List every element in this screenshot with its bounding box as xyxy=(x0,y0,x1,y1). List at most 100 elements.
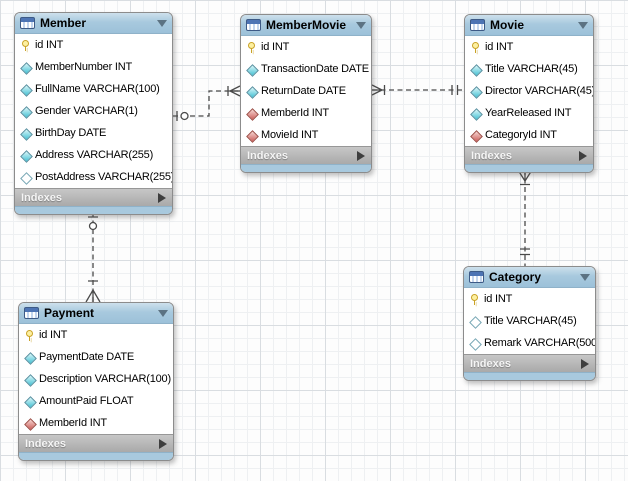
column-label: MemberNumber INT xyxy=(35,61,132,73)
table-movie-header[interactable]: Movie xyxy=(465,15,593,36)
column-nullable-icon xyxy=(20,172,31,183)
column-notnull-icon xyxy=(20,84,31,95)
table-payment-indexes[interactable]: Indexes xyxy=(19,434,173,452)
table-category-header[interactable]: Category xyxy=(464,267,595,288)
column-row[interactable]: BirthDay DATE xyxy=(15,122,172,144)
column-row[interactable]: TransactionDate DATE xyxy=(241,58,371,80)
column-row[interactable]: Title VARCHAR(45) xyxy=(464,310,595,332)
column-notnull-icon xyxy=(470,108,481,119)
indexes-label: Indexes xyxy=(247,150,357,162)
column-label: PostAddress VARCHAR(255) xyxy=(35,171,173,183)
column-label: id INT xyxy=(485,41,513,53)
table-category-indexes[interactable]: Indexes xyxy=(464,354,595,372)
column-row[interactable]: PostAddress VARCHAR(255) xyxy=(15,166,172,188)
table-movie[interactable]: Movie id INT Title VARCHAR(45) Director … xyxy=(464,14,594,173)
table-member-header[interactable]: Member xyxy=(15,13,172,34)
table-title: Payment xyxy=(44,306,153,320)
expand-arrow-icon xyxy=(581,359,589,369)
column-notnull-icon xyxy=(470,64,481,75)
column-row[interactable]: MovieId INT xyxy=(241,124,371,146)
column-row[interactable]: MemberId INT xyxy=(19,412,173,434)
table-movie-indexes[interactable]: Indexes xyxy=(465,146,593,164)
expand-arrow-icon xyxy=(357,151,365,161)
column-notnull-icon xyxy=(246,64,257,75)
column-row[interactable]: Title VARCHAR(45) xyxy=(465,58,593,80)
column-row[interactable]: MemberNumber INT xyxy=(15,56,172,78)
column-row[interactable]: id INT xyxy=(241,36,371,58)
column-row[interactable]: Gender VARCHAR(1) xyxy=(15,100,172,122)
indexes-label: Indexes xyxy=(470,358,581,370)
table-category[interactable]: Category id INT Title VARCHAR(45) Remark… xyxy=(463,266,596,381)
relationship-movie-category[interactable] xyxy=(518,170,532,266)
column-label: AmountPaid FLOAT xyxy=(39,395,133,407)
column-row[interactable]: CategoryId INT xyxy=(465,124,593,146)
table-title: Member xyxy=(40,16,152,30)
table-icon xyxy=(469,271,484,283)
column-label: Remark VARCHAR(500) xyxy=(484,337,596,349)
foreign-key-icon xyxy=(246,130,257,141)
column-row[interactable]: id INT xyxy=(464,288,595,310)
column-notnull-icon xyxy=(20,62,31,73)
primary-key-icon xyxy=(20,40,31,51)
table-icon xyxy=(20,17,35,29)
column-nullable-icon xyxy=(469,316,480,327)
table-membermovie-indexes[interactable]: Indexes xyxy=(241,146,371,164)
relationship-member-payment[interactable] xyxy=(86,212,100,302)
column-label: FullName VARCHAR(100) xyxy=(35,83,160,95)
column-row[interactable]: AmountPaid FLOAT xyxy=(19,390,173,412)
table-title: Movie xyxy=(490,18,573,32)
table-payment[interactable]: Payment id INT PaymentDate DATE Descript… xyxy=(18,302,174,461)
eer-diagram-canvas[interactable]: Member id INT MemberNumber INT FullName … xyxy=(0,0,628,481)
collapse-arrow-icon[interactable] xyxy=(580,274,590,281)
column-row[interactable]: PaymentDate DATE xyxy=(19,346,173,368)
table-icon xyxy=(470,19,485,31)
table-member[interactable]: Member id INT MemberNumber INT FullName … xyxy=(14,12,173,215)
column-label: id INT xyxy=(39,329,67,341)
column-notnull-icon xyxy=(24,374,35,385)
column-row[interactable]: Description VARCHAR(100) xyxy=(19,368,173,390)
relationship-member-membermovie[interactable] xyxy=(173,86,240,121)
column-row[interactable]: ReturnDate DATE xyxy=(241,80,371,102)
column-label: id INT xyxy=(261,41,289,53)
indexes-label: Indexes xyxy=(471,150,579,162)
relationship-membermovie-movie[interactable] xyxy=(372,85,464,95)
collapse-arrow-icon[interactable] xyxy=(356,22,366,29)
column-row[interactable]: MemberId INT xyxy=(241,102,371,124)
column-row[interactable]: Remark VARCHAR(500) xyxy=(464,332,595,354)
table-icon xyxy=(246,19,261,31)
table-membermovie-columns: id INT TransactionDate DATE ReturnDate D… xyxy=(241,36,371,146)
table-category-columns: id INT Title VARCHAR(45) Remark VARCHAR(… xyxy=(464,288,595,354)
column-label: TransactionDate DATE xyxy=(261,63,369,75)
column-row[interactable]: Director VARCHAR(45) xyxy=(465,80,593,102)
collapse-arrow-icon[interactable] xyxy=(157,20,167,27)
collapse-arrow-icon[interactable] xyxy=(158,310,168,317)
column-label: PaymentDate DATE xyxy=(39,351,134,363)
table-membermovie-header[interactable]: MemberMovie xyxy=(241,15,371,36)
column-row[interactable]: id INT xyxy=(15,34,172,56)
column-row[interactable]: YearReleased INT xyxy=(465,102,593,124)
column-label: Director VARCHAR(45) xyxy=(485,85,594,97)
foreign-key-icon xyxy=(24,418,35,429)
table-member-indexes[interactable]: Indexes xyxy=(15,188,172,206)
table-payment-header[interactable]: Payment xyxy=(19,303,173,324)
column-notnull-icon xyxy=(246,86,257,97)
column-notnull-icon xyxy=(24,396,35,407)
table-bottom-bar xyxy=(15,206,172,214)
column-row[interactable]: id INT xyxy=(19,324,173,346)
collapse-arrow-icon[interactable] xyxy=(578,22,588,29)
column-label: Address VARCHAR(255) xyxy=(35,149,153,161)
column-label: Gender VARCHAR(1) xyxy=(35,105,138,117)
table-bottom-bar xyxy=(19,452,173,460)
column-row[interactable]: FullName VARCHAR(100) xyxy=(15,78,172,100)
column-row[interactable]: id INT xyxy=(465,36,593,58)
primary-key-icon xyxy=(24,330,35,341)
column-label: YearReleased INT xyxy=(485,107,571,119)
primary-key-icon xyxy=(469,294,480,305)
column-label: CategoryId INT xyxy=(485,129,557,141)
table-movie-columns: id INT Title VARCHAR(45) Director VARCHA… xyxy=(465,36,593,146)
column-label: ReturnDate DATE xyxy=(261,85,346,97)
column-label: id INT xyxy=(35,39,63,51)
table-membermovie[interactable]: MemberMovie id INT TransactionDate DATE … xyxy=(240,14,372,173)
primary-key-icon xyxy=(246,42,257,53)
column-row[interactable]: Address VARCHAR(255) xyxy=(15,144,172,166)
